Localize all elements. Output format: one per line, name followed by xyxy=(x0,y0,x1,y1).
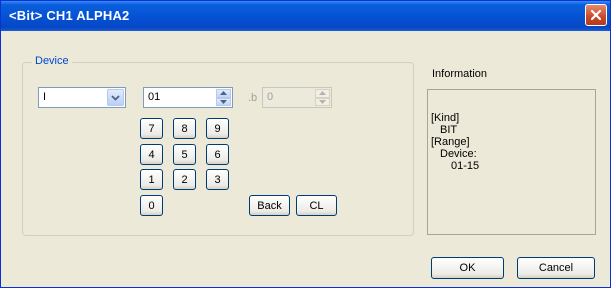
kind-value: BIT xyxy=(440,124,458,136)
bit-separator-label: .b xyxy=(248,92,258,104)
range-device-value: 01-15 xyxy=(451,160,480,172)
bit-number-decrement xyxy=(315,97,330,106)
information-panel: [Kind] BIT [Range] Device: 01-15 xyxy=(427,89,596,235)
keypad-5-button[interactable]: 5 xyxy=(173,144,196,165)
keypad-1-button[interactable]: 1 xyxy=(140,169,163,190)
keypad-8-button[interactable]: 8 xyxy=(173,118,196,139)
device-type-select[interactable]: I xyxy=(38,87,126,108)
keypad-2-button[interactable]: 2 xyxy=(173,169,196,190)
arrow-up-icon xyxy=(319,91,326,96)
device-type-value: I xyxy=(43,91,47,103)
close-button[interactable] xyxy=(585,4,607,26)
range-heading: [Range] xyxy=(431,136,470,148)
cancel-button[interactable]: Cancel xyxy=(517,257,595,279)
bit-number-value: 0 xyxy=(267,91,274,103)
arrow-down-icon xyxy=(220,99,227,104)
keypad-0-button[interactable]: 0 xyxy=(140,195,163,216)
device-group-label: Device xyxy=(32,55,72,67)
device-type-dropdown-button[interactable] xyxy=(107,89,124,106)
bit-number-spinner: 0 xyxy=(262,87,332,108)
arrow-down-icon xyxy=(319,99,326,104)
kind-heading: [Kind] xyxy=(431,112,460,124)
device-number-spinner[interactable]: 01 xyxy=(143,87,233,108)
keypad-3-button[interactable]: 3 xyxy=(206,169,229,190)
chevron-down-icon xyxy=(111,94,120,101)
device-number-value: 01 xyxy=(148,91,161,103)
title-bar[interactable]: <Bit> CH1 ALPHA2 xyxy=(1,1,610,31)
keypad-9-button[interactable]: 9 xyxy=(206,118,229,139)
device-number-increment[interactable] xyxy=(216,89,231,98)
window-title: <Bit> CH1 ALPHA2 xyxy=(9,8,130,23)
keypad-7-button[interactable]: 7 xyxy=(140,118,163,139)
device-number-decrement[interactable] xyxy=(216,97,231,106)
ok-button[interactable]: OK xyxy=(431,257,504,279)
clear-button[interactable]: CL xyxy=(296,195,337,216)
keypad-6-button[interactable]: 6 xyxy=(206,144,229,165)
back-button[interactable]: Back xyxy=(249,195,290,216)
close-icon xyxy=(590,9,602,21)
range-device-label: Device: xyxy=(440,148,477,160)
arrow-up-icon xyxy=(220,91,227,96)
keypad-4-button[interactable]: 4 xyxy=(140,144,163,165)
information-label: Information xyxy=(432,68,488,80)
bit-number-increment xyxy=(315,89,330,98)
